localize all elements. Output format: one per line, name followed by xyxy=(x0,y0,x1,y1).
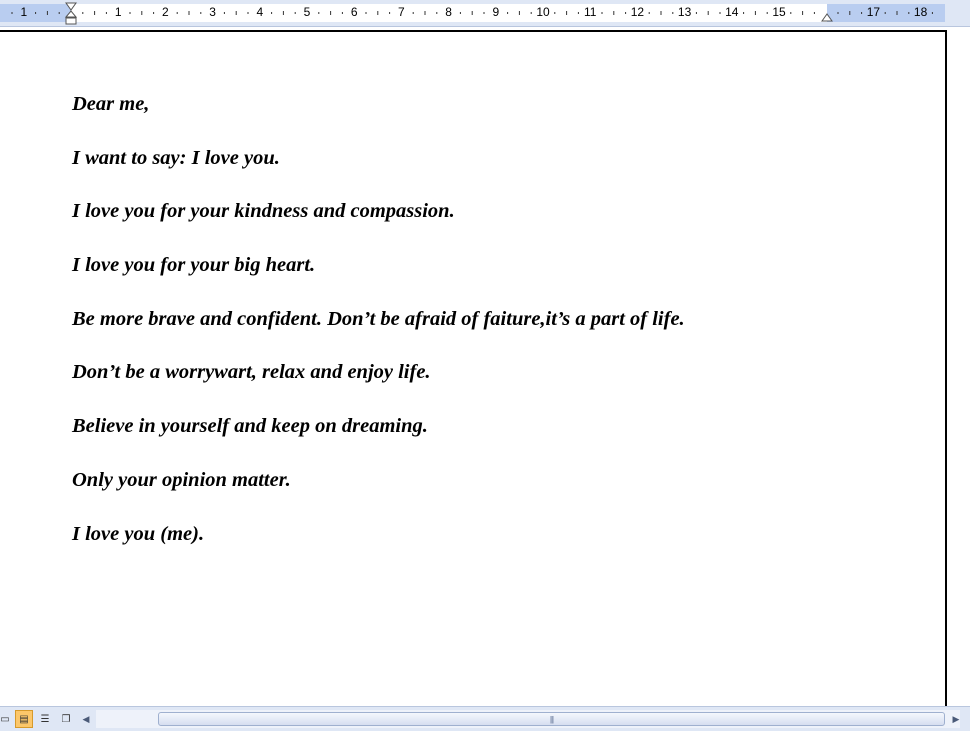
normal-view-icon: ▭ xyxy=(0,713,10,725)
ruler-ticks xyxy=(11,2,933,25)
ruler-number: 3 xyxy=(209,5,216,19)
reading-view-icon: ❐ xyxy=(61,713,71,725)
ruler-number: 13 xyxy=(677,5,692,19)
doc-line: I love you for your big heart. xyxy=(72,254,316,277)
ruler-number: 5 xyxy=(303,5,311,19)
print-layout-view-icon: ▤ xyxy=(19,713,29,725)
doc-line-closing: I love you (me). xyxy=(72,522,205,545)
ruler-number: 1 xyxy=(20,5,28,19)
reading-view-button[interactable]: ❐ xyxy=(57,710,75,728)
ruler-number: 1 xyxy=(114,5,122,19)
status-scroll-bar: ▭ ▤ ☰ ❐ ◀ ||| ▶ xyxy=(0,706,970,731)
ruler-number: 18 xyxy=(913,5,928,19)
doc-line: Be more brave and confident. Don’t be af… xyxy=(72,307,685,330)
page-outer-area xyxy=(947,27,970,706)
arrow-left-icon: ◀ xyxy=(82,713,90,724)
ruler-number: 12 xyxy=(630,5,645,19)
doc-line: Only your opinion matter. xyxy=(72,468,291,491)
ruler-number: 17 xyxy=(866,5,881,19)
doc-line: Believe in yourself and keep on dreaming… xyxy=(72,415,428,438)
ruler-number: 14 xyxy=(725,5,739,19)
normal-view-button[interactable]: ▭ xyxy=(0,710,14,728)
ruler-number: 11 xyxy=(583,5,597,19)
outline-view-button[interactable]: ☰ xyxy=(36,710,54,728)
doc-line-salutation: Dear me, xyxy=(72,93,150,115)
right-indent-marker[interactable] xyxy=(821,13,833,22)
ruler-number: 2 xyxy=(162,5,169,19)
outline-view-icon: ☰ xyxy=(40,713,50,725)
scroll-left-arrow[interactable]: ◀ xyxy=(79,711,93,727)
page-top-edge xyxy=(0,30,947,32)
ruler-number: 15 xyxy=(772,5,786,19)
doc-line: Don’t be a worrywart, relax and enjoy li… xyxy=(72,361,431,384)
grip-icon: ||| xyxy=(549,715,554,724)
horizontal-scroll-thumb[interactable]: ||| xyxy=(158,712,945,726)
doc-line: I want to say: I love you. xyxy=(72,146,280,169)
ruler-number: 6 xyxy=(350,5,358,19)
arrow-right-icon: ▶ xyxy=(952,713,960,724)
ruler-number: 7 xyxy=(398,5,405,19)
document-body[interactable]: Dear me, I want to say: I love you. I lo… xyxy=(72,88,932,571)
print-layout-view-button[interactable]: ▤ xyxy=(15,710,33,728)
left-indent-marker[interactable] xyxy=(64,2,78,25)
ruler-number: 4 xyxy=(256,5,264,19)
ruler-number: 10 xyxy=(536,5,550,19)
ruler-number: 9 xyxy=(492,5,500,19)
horizontal-ruler[interactable]: 1 1 2 3 4 5 6 7 8 9 10 11 12 13 14 15 17 18 xyxy=(0,0,970,27)
scroll-right-arrow[interactable]: ▶ xyxy=(949,711,963,727)
ruler-number: 8 xyxy=(445,5,452,19)
doc-line: I love you for your kindness and compass… xyxy=(72,200,455,223)
